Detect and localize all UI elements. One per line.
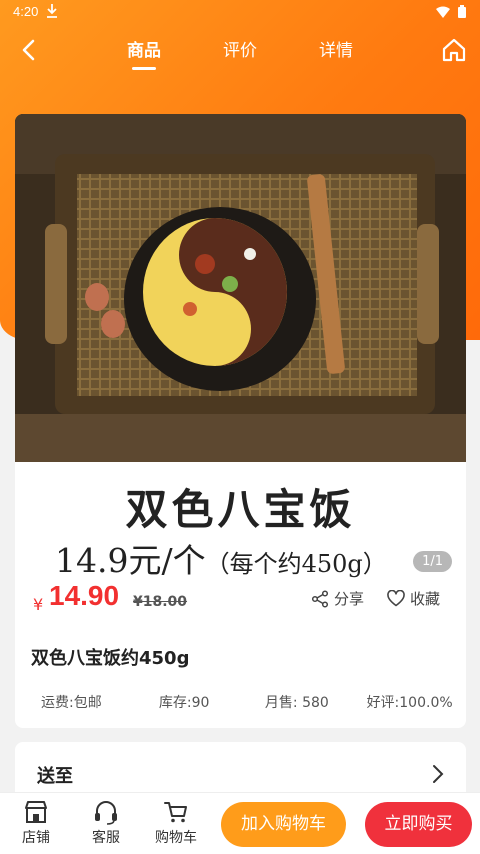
- status-time: 4:20: [13, 4, 39, 19]
- tab-details[interactable]: 详情: [288, 36, 384, 61]
- chevron-right-icon: [432, 764, 444, 788]
- product-image[interactable]: [15, 114, 466, 462]
- tab-product[interactable]: 商品: [96, 36, 192, 70]
- original-price: ¥18.00: [133, 594, 188, 610]
- image-pager: 1/1: [413, 551, 452, 572]
- status-bar: 4:20: [0, 0, 480, 26]
- current-price: 14.90: [49, 580, 120, 611]
- wifi-icon: [436, 6, 450, 18]
- store-icon: [25, 801, 47, 823]
- currency-symbol: ¥: [33, 595, 44, 614]
- image-caption: 双色八宝饭 14.9元/个（每个约450g） 1/1: [15, 462, 466, 580]
- price-row: ¥ 14.90 ¥18.00 分享 收藏: [15, 574, 466, 630]
- add-to-cart-button[interactable]: 加入购物车: [221, 802, 346, 847]
- customer-service-button[interactable]: 客服: [76, 799, 136, 847]
- bottom-action-bar: 店铺 客服 购物车 加入购物车 立即购买: [0, 792, 480, 854]
- tab-reviews[interactable]: 评价: [192, 36, 288, 61]
- favorite-button[interactable]: 收藏: [387, 588, 440, 609]
- heart-icon: [387, 590, 405, 607]
- download-icon: [46, 3, 58, 23]
- stat-monthly-sales: 月售: 580: [264, 695, 329, 711]
- tab-bar: 商品 评价 详情: [0, 36, 480, 70]
- share-label: 分享: [334, 590, 365, 608]
- share-button[interactable]: 分享: [311, 588, 364, 609]
- battery-icon: [458, 5, 466, 18]
- caption-title: 双色八宝饭: [125, 485, 356, 534]
- buy-now-button[interactable]: 立即购买: [365, 802, 472, 847]
- top-navigation: 商品 评价 详情: [0, 26, 480, 76]
- product-name: 双色八宝饭约450g: [31, 648, 190, 669]
- cart-label: 购物车: [155, 830, 197, 846]
- product-card: 双色八宝饭 14.9元/个（每个约450g） 1/1 ¥ 14.90 ¥18.0…: [15, 114, 466, 728]
- service-label: 客服: [92, 830, 120, 846]
- share-icon: [311, 589, 329, 608]
- home-icon[interactable]: [440, 36, 468, 64]
- favorite-label: 收藏: [410, 590, 441, 608]
- store-button[interactable]: 店铺: [6, 799, 66, 847]
- stat-shipping-fee: 运费:包邮: [41, 695, 102, 711]
- store-label: 店铺: [22, 830, 50, 846]
- stat-stock: 库存:90: [158, 695, 210, 711]
- status-icons: [436, 5, 466, 18]
- cart-icon: [164, 802, 187, 823]
- product-stats: 运费:包邮 库存:90 月售: 580 好评:100.0%: [15, 692, 466, 712]
- stat-rating: 好评:100.0%: [366, 695, 453, 711]
- cart-button[interactable]: 购物车: [146, 799, 206, 847]
- deliver-to-label: 送至: [37, 766, 73, 787]
- headset-icon: [95, 801, 117, 825]
